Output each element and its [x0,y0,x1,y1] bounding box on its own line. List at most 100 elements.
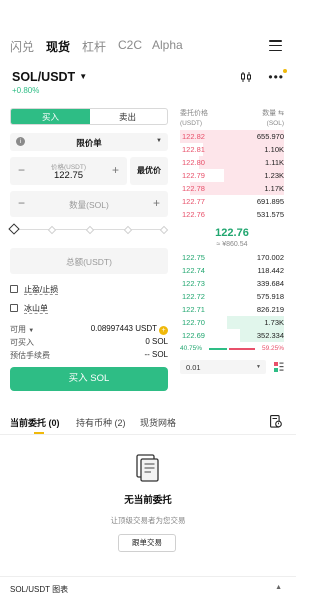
fee-value: -- SOL [144,350,168,359]
tab-alpha[interactable]: Alpha [152,38,183,52]
price-header: 委托价格 [180,110,208,117]
bid-price: 122.74 [182,266,205,275]
slider-handle[interactable] [8,223,20,235]
bid-row[interactable]: 122.69 352.334 [180,329,284,342]
ratio-bar-buy [209,348,227,350]
ratio-bar-sell [229,348,255,350]
slider-tick-25[interactable] [47,225,57,234]
chevron-down-icon: ▼ [156,138,162,144]
ask-price: 122.77 [182,197,205,206]
chart-footer[interactable]: SOL/USDT 图表 ▲ [0,576,296,600]
book-layout-icon[interactable] [274,362,284,372]
bid-price: 122.75 [182,253,205,262]
ask-price: 122.82 [182,132,205,141]
buyable-row: 可买入 0 SOL [10,336,168,349]
fee-label: 预估手续费 [10,351,50,360]
price-input[interactable]: − 价格(USDT) 122.75 + [10,157,127,185]
bid-price: 122.72 [182,292,205,301]
slider-tick-100[interactable] [159,225,169,234]
tab-margin[interactable]: 杠杆 [82,38,106,55]
last-price-fiat: ≈ ¥860.54 [216,241,248,248]
more-icon[interactable]: ••• [268,69,287,83]
bid-price: 122.71 [182,305,205,314]
empty-orders-icon [136,454,159,482]
bid-list: 122.75 170.002 122.74 118.442 122.73 339.684 1… [180,251,284,342]
candlestick-icon[interactable] [240,71,252,83]
chevron-up-icon[interactable]: ▲ [275,584,282,591]
slider-tick-50[interactable] [85,225,95,234]
bid-row[interactable]: 122.71 826.219 [180,303,284,316]
menu-icon[interactable] [269,40,282,52]
order-book-header: 委托价格 (USDT) 数量 ⇆ (SOL) [180,108,284,130]
bid-qty: 339.684 [256,279,284,288]
depth-precision-value: 0.01 [186,363,201,372]
buy-sol-button[interactable]: 买入 SOL [10,367,168,391]
divider [0,434,296,435]
ask-row[interactable]: 122.82 655.970 [180,130,284,143]
ask-row[interactable]: 122.81 1.10K [180,143,284,156]
ask-list: 122.82 655.970 122.81 1.10K 122.80 1.11K 122.7… [180,130,284,221]
depth-precision-select[interactable]: 0.01 ▼ [180,360,266,374]
bid-qty: 1.73K [264,318,284,327]
checkbox-icon [10,304,18,312]
ask-row[interactable]: 122.78 1.17K [180,182,284,195]
bid-row[interactable]: 122.72 575.918 [180,290,284,303]
order-type-select[interactable]: i 限价单 ▼ [10,133,168,151]
total-input[interactable]: 总额(USDT) [10,248,168,274]
buyable-label: 可买入 [10,338,34,347]
sell-tab[interactable]: 卖出 [88,109,167,124]
tp-sl-checkbox[interactable]: 止盈/止损 [10,284,168,296]
total-placeholder: 总额(USDT) [66,257,112,267]
ask-row[interactable]: 122.76 531.575 [180,208,284,221]
available-value: 0.08997443 USDT + [91,324,168,335]
order-history-icon[interactable] [270,415,282,428]
available-label: 可用 ▼ [10,325,35,334]
tab-spot-grid[interactable]: 现货网格 [140,416,176,429]
bid-row[interactable]: 122.73 339.684 [180,277,284,290]
order-book: 委托价格 (USDT) 数量 ⇆ (SOL) 122.82 655.970 122.… [180,108,284,374]
side-toggle: 买入 卖出 [10,108,168,125]
checkbox-icon [10,285,18,293]
bid-qty: 352.334 [256,331,284,340]
bid-row[interactable]: 122.74 118.442 [180,264,284,277]
last-price: 122.76 ≈ ¥860.54 [180,221,284,251]
pair-symbol: SOL/USDT [12,70,76,84]
ask-row[interactable]: 122.80 1.11K [180,156,284,169]
bottom-tabs: 当前委托 (0) 持有币种 (2) 现货网格 [0,412,296,434]
iceberg-checkbox[interactable]: 冰山单 [10,303,168,315]
pair-bar: SOL/USDT ▼ +0.80% ••• [12,69,287,100]
ask-row[interactable]: 122.77 691.895 [180,195,284,208]
tab-spot[interactable]: 现货 [46,38,70,55]
buyable-value: 0 SOL [145,337,168,346]
caret-down-icon: ▼ [79,72,88,81]
bid-qty: 118.442 [257,266,284,275]
tab-c2c[interactable]: C2C [118,38,142,52]
tab-convert[interactable]: 闪兑 [10,38,34,55]
buy-ratio: 40.75% [180,345,203,352]
buy-tab[interactable]: 买入 [11,109,90,124]
tab-holdings[interactable]: 持有币种 (2) [76,416,126,429]
price-plus-button[interactable]: + [112,163,119,177]
bid-row[interactable]: 122.70 1.73K [180,316,284,329]
bid-row[interactable]: 122.75 170.002 [180,251,284,264]
ask-qty: 1.10K [264,145,284,154]
qty-header[interactable]: 数量 ⇆ [262,108,284,118]
ask-row[interactable]: 122.79 1.23K [180,169,284,182]
qty-plus-button[interactable]: + [153,196,160,210]
best-price-button[interactable]: 最优价 [130,157,168,185]
order-type-label: 限价单 [76,138,102,148]
price-row: − 价格(USDT) 122.75 + 最优价 [10,157,168,185]
tab-open-orders[interactable]: 当前委托 (0) [10,416,60,429]
last-price-value: 122.76 [215,227,249,239]
ask-price: 122.78 [182,184,205,193]
ask-qty: 691.895 [256,197,284,206]
ask-qty: 1.17K [264,184,284,193]
bid-price: 122.70 [182,318,205,327]
plus-coin-icon[interactable]: + [159,326,168,335]
copy-trading-button[interactable]: 跟单交易 [118,534,176,552]
quantity-placeholder: 数量(SOL) [69,200,109,210]
pair-change: +0.80% [12,86,40,95]
percent-slider[interactable] [8,223,169,236]
slider-tick-75[interactable] [123,225,133,234]
quantity-input[interactable]: − 数量(SOL) + [10,191,168,217]
